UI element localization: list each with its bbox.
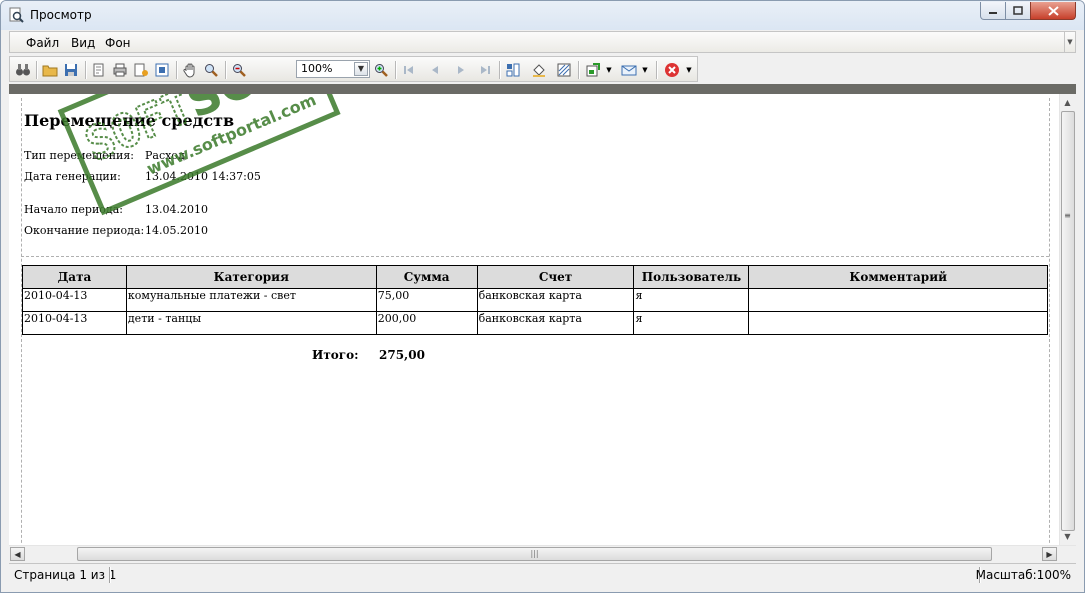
zoom-in-icon[interactable] xyxy=(372,61,390,79)
column-header-user: Пользователь xyxy=(633,265,750,289)
preview-window: Просмотр Файл Вид Фон ▼ 100% ▼ ▼ ▼ ▼ Пер… xyxy=(0,0,1085,593)
hand-pan-icon[interactable] xyxy=(181,61,199,79)
column-header-account: Счет xyxy=(476,265,635,289)
total-label: Итого: xyxy=(312,348,359,362)
vertical-scroll-thumb[interactable] xyxy=(1061,111,1075,531)
export-icon[interactable] xyxy=(584,61,602,79)
window-title: Просмотр xyxy=(30,8,92,22)
toolbar-separator xyxy=(578,61,580,79)
toolbar-separator xyxy=(499,61,501,79)
horizontal-scrollbar[interactable]: ◀ ||| ▶ xyxy=(9,545,1076,562)
column-header-date: Дата xyxy=(22,265,127,289)
watermark-icon[interactable] xyxy=(555,61,573,79)
field-value-period-start: 13.04.2010 xyxy=(145,203,208,216)
zoom-select[interactable]: 100% ▼ xyxy=(296,60,370,78)
scroll-right-arrow-icon[interactable]: ▶ xyxy=(1042,547,1057,561)
close-preview-icon[interactable] xyxy=(663,61,681,79)
close-window-button[interactable] xyxy=(1030,2,1076,20)
scroll-grip-icon: ≡ xyxy=(1064,211,1071,220)
scroll-left-arrow-icon[interactable]: ◀ xyxy=(10,547,25,561)
column-header-amount: Сумма xyxy=(375,265,478,289)
menu-view[interactable]: Вид xyxy=(71,36,95,50)
print-setup-icon[interactable] xyxy=(132,61,150,79)
toolbar-overflow-chevron-icon[interactable]: ▼ xyxy=(684,61,694,79)
cell-date: 2010-04-13 xyxy=(22,288,127,312)
column-header-comment: Комментарий xyxy=(748,265,1048,289)
cell-category: дети - танцы xyxy=(125,311,377,335)
menu-file[interactable]: Файл xyxy=(26,36,59,50)
cell-amount: 200,00 xyxy=(375,311,478,335)
fill-color-icon[interactable] xyxy=(530,61,548,79)
last-page-icon[interactable] xyxy=(476,61,494,79)
toolbar-separator xyxy=(656,61,658,79)
ruler-strip xyxy=(9,84,1076,94)
cell-user: я xyxy=(633,311,750,335)
first-page-icon[interactable] xyxy=(400,61,418,79)
total-value: 275,00 xyxy=(379,348,425,362)
cell-amount: 75,00 xyxy=(375,288,478,312)
open-folder-icon[interactable] xyxy=(41,61,59,79)
preview-app-icon xyxy=(8,7,24,23)
cell-account: банковская карта xyxy=(476,311,635,335)
scroll-up-arrow-icon[interactable]: ▲ xyxy=(1060,95,1075,110)
minimize-button[interactable] xyxy=(980,2,1006,20)
maximize-icon xyxy=(1013,6,1023,15)
horizontal-scroll-thumb[interactable]: ||| xyxy=(77,547,992,561)
transfers-table: Дата Категория Сумма Счет Пользователь К… xyxy=(22,265,1048,335)
table-header-row: Дата Категория Сумма Счет Пользователь К… xyxy=(22,265,1048,289)
vertical-scrollbar[interactable]: ▲ ≡ ▼ xyxy=(1059,94,1076,545)
toolbar-separator xyxy=(225,61,227,79)
scroll-down-arrow-icon[interactable]: ▼ xyxy=(1060,529,1075,544)
close-icon xyxy=(1047,5,1059,16)
column-header-category: Категория xyxy=(125,265,377,289)
toolbar-separator xyxy=(85,61,87,79)
find-binoculars-icon[interactable] xyxy=(14,61,32,79)
send-email-icon[interactable] xyxy=(620,61,638,79)
zoom-tool-icon[interactable] xyxy=(202,61,220,79)
status-bar: Страница 1 из 1 Масштаб:100% xyxy=(9,563,1076,585)
page-setup-icon[interactable] xyxy=(90,61,108,79)
page-layout-icon[interactable] xyxy=(504,61,522,79)
next-page-icon[interactable] xyxy=(452,61,470,79)
report-viewport: Перемещение средств Тип перемещения: Рас… xyxy=(9,94,1059,545)
toolbar-separator xyxy=(395,61,397,79)
status-separator xyxy=(109,567,111,583)
status-scale: Масштаб:100% xyxy=(975,568,1071,582)
cell-comment xyxy=(748,311,1048,335)
print-icon[interactable] xyxy=(111,61,129,79)
cell-user: я xyxy=(633,288,750,312)
table-row: 2010-04-13 комунальные платежи - свет 75… xyxy=(22,288,1048,312)
zoom-out-icon[interactable] xyxy=(230,61,248,79)
status-page-indicator: Страница 1 из 1 xyxy=(14,568,117,582)
menu-overflow-chevron-icon[interactable]: ▼ xyxy=(1064,32,1075,52)
toolbar-separator xyxy=(176,61,178,79)
maximize-button[interactable] xyxy=(1005,2,1031,20)
menu-bar: Файл Вид Фон ▼ xyxy=(9,31,1076,53)
cell-account: банковская карта xyxy=(476,288,635,312)
field-label-period-end: Окончание периода: xyxy=(24,224,145,237)
table-row: 2010-04-13 дети - танцы 200,00 банковска… xyxy=(22,311,1048,335)
export-dropdown-chevron-icon[interactable]: ▼ xyxy=(604,61,614,79)
toolbar: 100% ▼ ▼ ▼ ▼ xyxy=(9,56,698,82)
chevron-down-icon[interactable]: ▼ xyxy=(354,62,368,76)
previous-page-icon[interactable] xyxy=(426,61,444,79)
zoom-value: 100% xyxy=(301,62,333,75)
cell-date: 2010-04-13 xyxy=(22,311,127,335)
band-separator xyxy=(21,256,1049,257)
email-dropdown-chevron-icon[interactable]: ▼ xyxy=(640,61,650,79)
menu-background[interactable]: Фон xyxy=(105,36,131,50)
export-page-icon[interactable] xyxy=(153,61,171,79)
field-value-period-end: 14.05.2010 xyxy=(145,224,208,237)
title-bar: Просмотр xyxy=(1,1,1084,30)
cell-category: комунальные платежи - свет xyxy=(125,288,377,312)
cell-comment xyxy=(748,288,1048,312)
save-disk-icon[interactable] xyxy=(62,61,80,79)
toolbar-separator xyxy=(36,61,38,79)
minimize-icon xyxy=(989,11,997,14)
